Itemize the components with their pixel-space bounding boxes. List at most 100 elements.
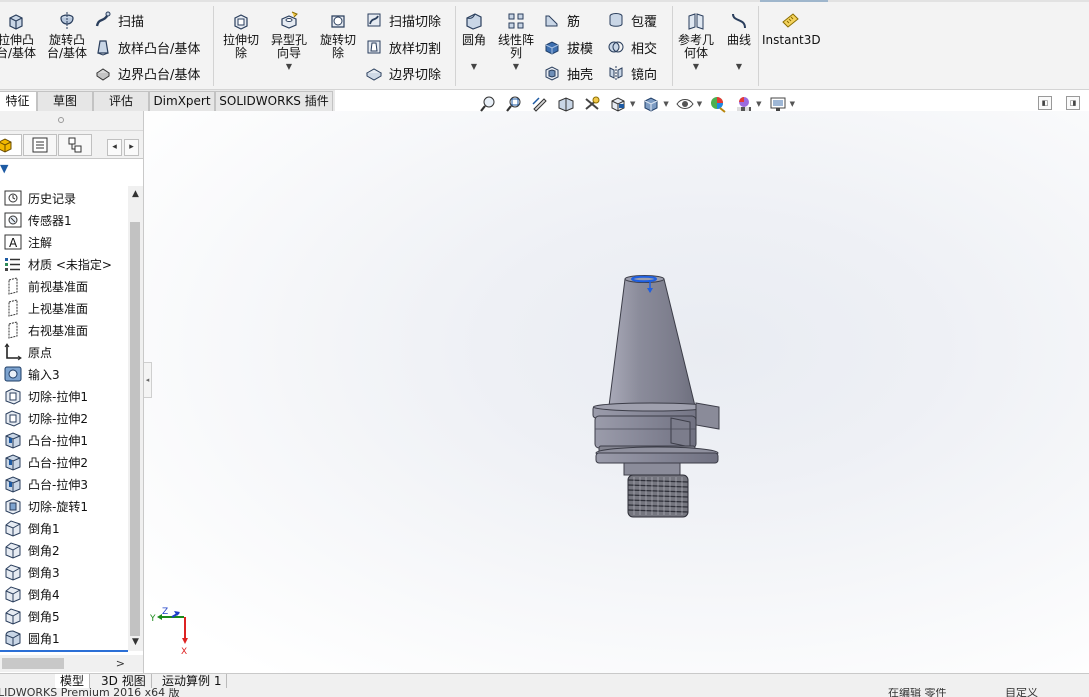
status-units[interactable]: 自定义 bbox=[1005, 688, 1038, 697]
scroll-up-icon[interactable]: ▲ bbox=[128, 186, 143, 203]
tree-item[interactable]: 前视基准面 bbox=[4, 276, 88, 296]
boundary-cut-button[interactable]: 边界切除 bbox=[365, 63, 441, 83]
revolved-cut-button[interactable]: 旋转切 除 bbox=[315, 10, 361, 60]
edit-appearance-button[interactable] bbox=[708, 94, 728, 114]
zoom-to-area-button[interactable] bbox=[504, 94, 524, 114]
tab-model[interactable]: 模型 bbox=[55, 674, 91, 689]
tree-item[interactable]: 输入3 bbox=[4, 364, 60, 384]
tree-item[interactable]: A 注解 bbox=[4, 232, 52, 252]
view-orientation-button[interactable] bbox=[608, 94, 628, 114]
swept-cut-button[interactable]: 扫描切除 bbox=[365, 10, 441, 30]
boundary-boss-button[interactable]: 边界凸台/基体 bbox=[94, 63, 200, 83]
fillet-dropdown-icon[interactable]: ▼ bbox=[456, 62, 492, 71]
tree-item[interactable]: 倒角5 bbox=[4, 606, 60, 626]
tree-item[interactable]: 倒角1 bbox=[4, 518, 60, 538]
linear-pattern-button[interactable]: 线性阵 列 ▼ bbox=[494, 10, 538, 71]
lofted-boss-button[interactable]: 放样凸台/基体 bbox=[94, 37, 200, 57]
scroll-down-icon[interactable]: ▼ bbox=[128, 634, 143, 651]
tree-item[interactable]: 材质 <未指定> bbox=[4, 254, 112, 274]
hide-show-items-button[interactable] bbox=[675, 94, 695, 114]
rollback-bar[interactable] bbox=[0, 650, 128, 652]
draft-button[interactable]: 拔模 bbox=[543, 37, 593, 57]
swept-boss-button[interactable]: 扫描 bbox=[94, 10, 144, 30]
featuremanager-tab[interactable] bbox=[0, 134, 22, 156]
tree-vertical-scrollbar[interactable]: ▲ ▼ bbox=[128, 186, 143, 651]
scroll-thumb[interactable] bbox=[130, 222, 140, 636]
zoom-to-fit-button[interactable] bbox=[478, 94, 498, 114]
rib-button[interactable]: 筋 bbox=[543, 10, 580, 30]
extruded-boss-button[interactable]: 拉伸凸 台/基体 bbox=[0, 10, 38, 60]
tree-horizontal-scrollbar[interactable]: > bbox=[0, 655, 143, 672]
tree-item[interactable]: 倒角2 bbox=[4, 540, 60, 560]
dynamic-annotation-button[interactable] bbox=[582, 94, 602, 114]
curves-dropdown-icon[interactable]: ▼ bbox=[722, 62, 756, 71]
hole-wizard-button[interactable]: 异型孔 向导 ▼ bbox=[266, 10, 312, 71]
tabs-scroll-right-button[interactable]: ▸ bbox=[124, 139, 139, 156]
tree-item[interactable]: 右视基准面 bbox=[4, 320, 88, 340]
curves-icon bbox=[732, 13, 746, 29]
restore-viewport-button[interactable]: ◧ bbox=[1038, 96, 1052, 110]
apply-scene-dropdown-icon[interactable]: ▼ bbox=[756, 100, 761, 108]
linear-pattern-dropdown-icon[interactable]: ▼ bbox=[494, 62, 538, 71]
status-product: LIDWORKS Premium 2016 x64 版 bbox=[0, 688, 180, 697]
section-view-icon bbox=[558, 97, 574, 112]
tree-item[interactable]: 倒角3 bbox=[4, 562, 60, 582]
configurationmanager-tab[interactable] bbox=[58, 134, 92, 156]
tree-item[interactable]: 切除-拉伸1 bbox=[4, 386, 88, 406]
panel-collapse-handle[interactable]: ◂ bbox=[144, 362, 152, 398]
tab-sketch[interactable]: 草图 bbox=[37, 91, 93, 111]
view-settings-button[interactable] bbox=[768, 94, 788, 114]
tab-features[interactable]: 特征 bbox=[0, 91, 37, 111]
tree-item[interactable]: 圆角1 bbox=[4, 628, 60, 648]
tree-item[interactable]: 凸台-拉伸1 bbox=[4, 430, 88, 450]
curves-button[interactable]: 曲线 ▼ bbox=[722, 10, 756, 71]
wrap-button[interactable]: 包覆 bbox=[607, 10, 657, 30]
tabs-scroll-left-button[interactable]: ◂ bbox=[107, 139, 122, 156]
tree-item[interactable]: 上视基准面 bbox=[4, 298, 88, 318]
tree-item-label: 历史记录 bbox=[28, 191, 77, 206]
scroll-right-icon[interactable]: > bbox=[116, 655, 125, 672]
tab-3d-views[interactable]: 3D 视图 bbox=[96, 674, 152, 689]
display-style-button[interactable] bbox=[641, 94, 661, 114]
hide-show-dropdown-icon[interactable]: ▼ bbox=[697, 100, 702, 108]
part-model[interactable] bbox=[144, 111, 1089, 673]
tree-item[interactable]: 倒角4 bbox=[4, 584, 60, 604]
panel-grip[interactable] bbox=[0, 111, 143, 131]
plane-icon bbox=[4, 277, 22, 295]
view-settings-dropdown-icon[interactable]: ▼ bbox=[790, 100, 795, 108]
tree-item[interactable]: 凸台-拉伸3 bbox=[4, 474, 88, 494]
hole-wizard-dropdown-icon[interactable]: ▼ bbox=[266, 62, 312, 71]
extruded-cut-button[interactable]: 拉伸切 除 bbox=[218, 10, 264, 60]
tab-solidworks-addins[interactable]: SOLIDWORKS 插件 bbox=[215, 91, 333, 111]
graphics-area[interactable] bbox=[144, 111, 1089, 673]
tree-item[interactable]: 切除-拉伸2 bbox=[4, 408, 88, 428]
hscroll-thumb[interactable] bbox=[2, 658, 64, 669]
propertymanager-tab[interactable] bbox=[23, 134, 57, 156]
reference-geometry-dropdown-icon[interactable]: ▼ bbox=[675, 62, 717, 71]
shell-button[interactable]: 抽壳 bbox=[543, 63, 593, 83]
reference-geometry-button[interactable]: 参考几 何体 ▼ bbox=[675, 10, 717, 71]
instant3d-button[interactable]: Instant3D bbox=[762, 10, 821, 47]
display-style-dropdown-icon[interactable]: ▼ bbox=[663, 100, 668, 108]
view-orientation-dropdown-icon[interactable]: ▼ bbox=[630, 100, 635, 108]
tab-motion-study-1[interactable]: 运动算例 1 bbox=[157, 674, 228, 689]
fillet-feature-icon bbox=[4, 629, 22, 647]
tab-dimxpert[interactable]: DimXpert bbox=[149, 91, 215, 111]
fillet-button[interactable]: 圆角 ▼ bbox=[456, 10, 492, 71]
tree-item[interactable]: 凸台-拉伸2 bbox=[4, 452, 88, 472]
intersect-button[interactable]: 相交 bbox=[607, 37, 657, 57]
revolved-boss-button[interactable]: 旋转凸 台/基体 bbox=[44, 10, 90, 60]
filter-icon[interactable]: ▼ bbox=[0, 162, 8, 175]
zoom-to-fit-icon bbox=[480, 96, 495, 112]
maximize-viewport-button[interactable]: ◨ bbox=[1066, 96, 1080, 110]
tree-item[interactable]: 原点 bbox=[4, 342, 52, 362]
apply-scene-button[interactable] bbox=[734, 94, 754, 114]
section-view-button[interactable] bbox=[556, 94, 576, 114]
tree-item[interactable]: 传感器1 bbox=[4, 210, 72, 230]
mirror-button[interactable]: 镜向 bbox=[607, 63, 657, 83]
tree-item[interactable]: 切除-旋转1 bbox=[4, 496, 88, 516]
tab-evaluate[interactable]: 评估 bbox=[93, 91, 149, 111]
lofted-cut-button[interactable]: 放样切割 bbox=[365, 37, 441, 57]
previous-view-button[interactable] bbox=[530, 94, 550, 114]
tree-item[interactable]: 历史记录 bbox=[4, 188, 76, 208]
